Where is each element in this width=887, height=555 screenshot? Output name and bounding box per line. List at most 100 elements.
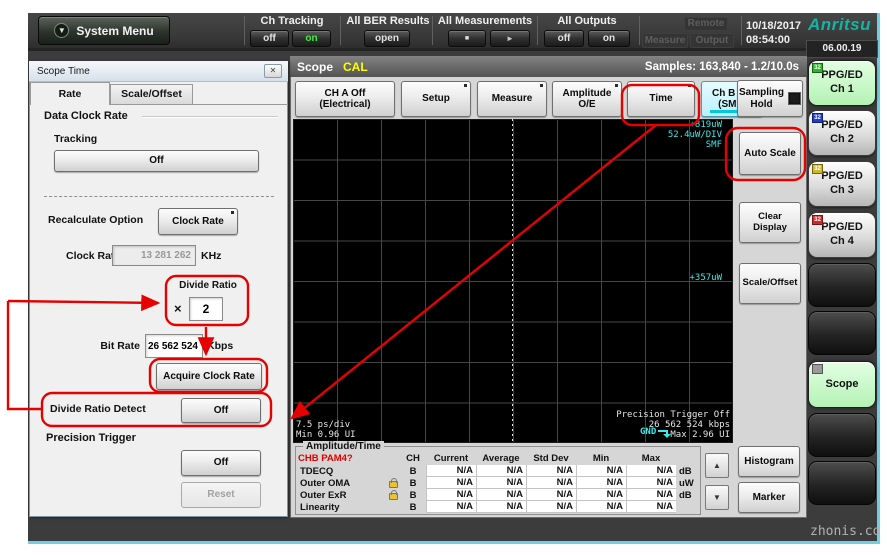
ch4-module-badge: 32	[812, 215, 823, 225]
divide-ratio-detect-label: Divide Ratio Detect	[50, 403, 146, 415]
dialog-close-button[interactable]: ✕	[264, 64, 282, 78]
row-name: Outer OMA	[298, 478, 386, 489]
ch1-module-badge: 32	[812, 63, 823, 73]
ch1-label-line1: PPG/ED	[821, 69, 863, 83]
ch3-module-badge: 32	[812, 164, 823, 174]
table-row: TDECQ B N/A N/A N/A N/A N/A dB	[298, 465, 700, 477]
table-scroll-up-button[interactable]: ▲	[705, 453, 729, 478]
col-stddev: Std Dev	[526, 453, 576, 464]
table-row: Linearity B N/A N/A N/A N/A N/A	[298, 501, 700, 513]
timebase-readout: 7.5 ps/div Min 0.96 UI	[296, 420, 356, 440]
tracking-toggle-button[interactable]: Off	[54, 150, 259, 172]
bit-rate-input[interactable]: 26 562 524	[145, 334, 203, 358]
cell-max: N/A	[626, 501, 676, 513]
toolbar-cha-button[interactable]: CH A Off (Electrical)	[295, 81, 395, 117]
table-scroll-down-button[interactable]: ▼	[705, 485, 729, 510]
acquire-clock-rate-button[interactable]: Acquire Clock Rate	[156, 363, 262, 390]
cell-min: N/A	[576, 501, 626, 513]
toolbar-setup-button[interactable]: Setup	[401, 81, 471, 117]
trace-scale-value: 52.4uW/DIV	[580, 130, 722, 140]
cell-stddev: N/A	[526, 465, 576, 477]
all-outputs-off-button[interactable]: off	[544, 30, 584, 47]
page: ▼ System Menu Ch Tracking off on All BER…	[0, 0, 887, 555]
scope-time-dialog	[29, 61, 288, 517]
section-divider	[44, 196, 274, 197]
histogram-button[interactable]: Histogram	[738, 446, 800, 477]
row-ch: B	[400, 490, 426, 501]
measure-status-label: Measure	[642, 33, 688, 48]
row-name: Outer ExR	[298, 490, 386, 501]
auto-scale-button[interactable]: Auto Scale	[739, 132, 801, 175]
precision-trigger-reset-button[interactable]: Reset	[181, 482, 261, 508]
ch2-label-line1: PPG/ED	[821, 119, 863, 133]
sidebar-tab-ppged-ch2[interactable]: 32 PPG/ED Ch 2	[808, 110, 876, 156]
date-display: 10/18/2017	[746, 20, 801, 32]
row-unit: dB	[676, 490, 700, 501]
tab-scale-offset[interactable]: Scale/Offset	[110, 84, 193, 105]
firmware-version: 06.00.19	[806, 40, 878, 58]
all-ber-open-button[interactable]: open	[364, 30, 410, 47]
all-measurements-label: All Measurements	[436, 15, 534, 27]
cell-average: N/A	[476, 477, 526, 489]
min-ui: Min 0.96 UI	[296, 430, 356, 440]
divide-ratio-detect-button[interactable]: Off	[181, 398, 261, 423]
sidebar-empty-slot	[808, 263, 876, 307]
topbar-separator	[741, 16, 742, 45]
tab-rate[interactable]: Rate	[30, 82, 110, 105]
scale-offset-button[interactable]: Scale/Offset	[739, 263, 801, 304]
topbar-separator	[432, 16, 433, 45]
clear-display-button[interactable]: Clear Display	[739, 202, 801, 243]
output-status-label: Output	[690, 33, 734, 48]
scope-module-badge	[812, 364, 823, 374]
col-current: Current	[426, 453, 476, 464]
graticule-center-line	[512, 119, 513, 443]
sampling-hold-button[interactable]: Sampling Hold	[737, 80, 803, 117]
toolbar-amplitude-oe-button[interactable]: Amplitude O/E	[552, 81, 622, 117]
toolbar-measure-button[interactable]: Measure	[477, 81, 547, 117]
data-clock-rate-heading: Data Clock Rate	[44, 110, 128, 122]
all-measurements-stop-button[interactable]: ■	[448, 30, 486, 47]
divide-ratio-label: Divide Ratio	[170, 280, 246, 291]
cell-max: N/A	[626, 489, 676, 501]
bit-rate-label: Bit Rate	[92, 340, 140, 352]
sidebar-tab-ppged-ch1[interactable]: 32 PPG/ED Ch 1	[808, 60, 876, 106]
col-max: Max	[626, 453, 676, 464]
sidebar-tab-ppged-ch3[interactable]: 32 PPG/ED Ch 3	[808, 161, 876, 207]
cha-line1: CH A Off	[325, 88, 366, 100]
sidebar-tab-scope[interactable]: Scope	[808, 361, 876, 408]
row-ch: B	[400, 478, 426, 489]
all-measurements-start-button[interactable]: ►	[490, 30, 530, 47]
trace-scale-readout: +819uW 52.4uW/DIV SMF	[580, 120, 722, 150]
all-ber-results-label: All BER Results	[344, 15, 432, 27]
ch-tracking-off-button[interactable]: off	[250, 30, 289, 47]
heading-rule	[142, 116, 278, 118]
sidebar-empty-slot	[808, 413, 876, 457]
cal-indicator: CAL	[343, 60, 368, 74]
ch1-label-line2: Ch 1	[830, 83, 854, 97]
all-outputs-on-button[interactable]: on	[588, 30, 630, 47]
setup-label: Setup	[422, 93, 450, 105]
anritsu-logo: Anritsu	[808, 15, 871, 35]
marker-level-readout: +357uW	[620, 273, 722, 283]
sampling-line2: Hold	[750, 99, 772, 110]
recalculate-option-button[interactable]: Clock Rate	[158, 208, 238, 235]
system-menu-button[interactable]: ▼ System Menu	[38, 16, 170, 45]
divide-ratio-input[interactable]: 2	[189, 297, 223, 321]
cha-line2: (Electrical)	[319, 99, 370, 111]
all-outputs-label: All Outputs	[540, 15, 634, 27]
topbar-separator	[639, 16, 640, 45]
samples-readout: Samples: 163,840 - 1.2/10.0s	[645, 61, 799, 73]
sidebar-empty-slot	[808, 461, 876, 505]
dialog-title-bar[interactable]: Scope Time	[29, 61, 288, 82]
col-ch: CH	[400, 453, 426, 464]
toolbar-time-button[interactable]: Time	[627, 81, 695, 117]
cell-stddev: N/A	[526, 501, 576, 513]
sidebar-tab-ppged-ch4[interactable]: 32 PPG/ED Ch 4	[808, 212, 876, 258]
precision-trigger-button[interactable]: Off	[181, 450, 261, 476]
ch-tracking-on-button[interactable]: on	[292, 30, 331, 47]
cell-stddev: N/A	[526, 477, 576, 489]
marker-button[interactable]: Marker	[738, 482, 800, 513]
row-name: TDECQ	[298, 466, 386, 477]
sampling-hold-indicator[interactable]	[788, 92, 801, 105]
cell-average: N/A	[476, 501, 526, 513]
